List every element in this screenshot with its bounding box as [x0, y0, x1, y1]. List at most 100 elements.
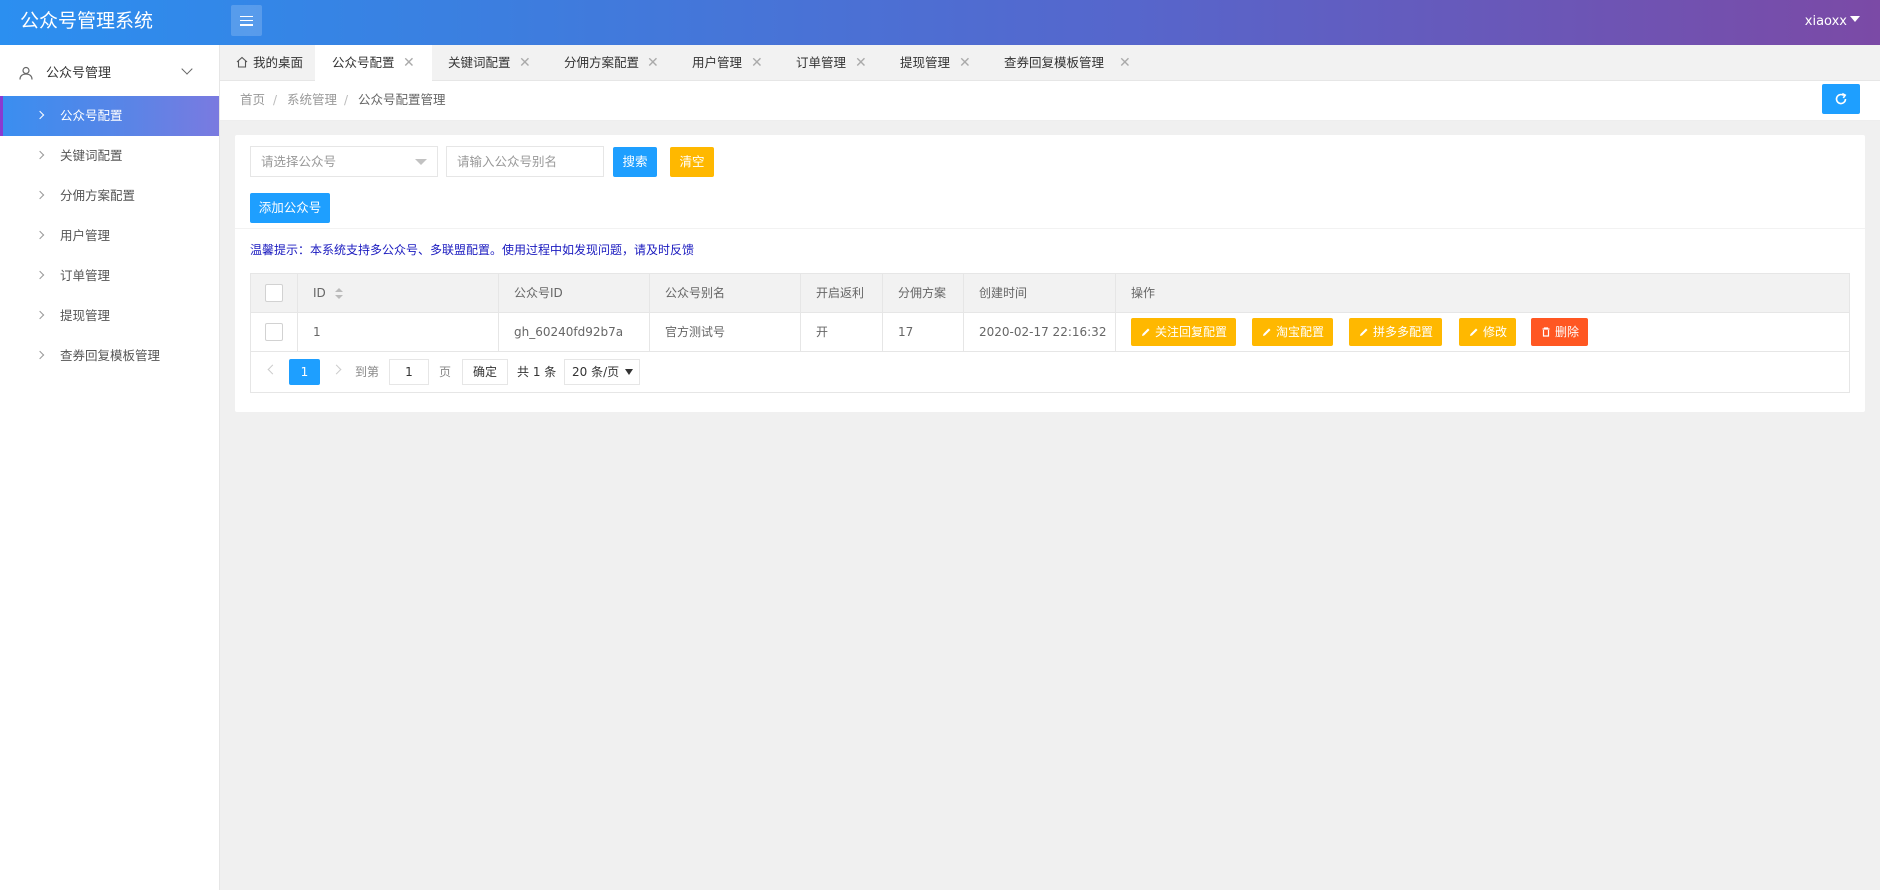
prev-page-icon[interactable] [267, 364, 278, 375]
add-account-button[interactable]: 添加公众号 [250, 193, 330, 223]
edit-button[interactable]: 修改 [1459, 318, 1517, 346]
clear-button[interactable]: 清空 [670, 147, 714, 177]
sidebar-item-keyword-config[interactable]: 关键词配置 [0, 136, 219, 176]
tab-users[interactable]: 用户管理 ✕ [676, 45, 780, 81]
sidebar-group-account[interactable]: 公众号管理 [0, 52, 219, 96]
goto-page-input[interactable]: 1 [389, 359, 429, 385]
table-header: ID 公众号ID 公众号别名 开启返利 分佣方案 创建时间 操作 [251, 274, 1849, 313]
sidebar-group-label: 公众号管理 [46, 66, 112, 81]
cell-actions: 关注回复配置 淘宝配置 拼多多配置 修改 删除 [1116, 313, 1850, 352]
tab-orders[interactable]: 订单管理 ✕ [780, 45, 884, 81]
tab-label: 公众号配置 [332, 55, 395, 70]
tab-account-config[interactable]: 公众号配置 ✕ [315, 45, 432, 81]
chevron-down-icon [181, 63, 193, 75]
page-size-select[interactable]: 20 条/页 [564, 359, 640, 385]
button-label: 删除 [1555, 325, 1580, 339]
content-card: 请选择公众号 搜索 清空 添加公众号 温馨提示：本系统支持多公众号、多联盟配置。… [235, 135, 1865, 412]
close-icon[interactable]: ✕ [855, 45, 867, 81]
sidebar-item-coupon-templates[interactable]: 查券回复模板管理 [0, 336, 219, 376]
column-header-rebate: 开启返利 [801, 274, 883, 313]
goto-confirm-button[interactable]: 确定 [462, 359, 508, 385]
account-select[interactable]: 请选择公众号 [250, 146, 438, 177]
sidebar-item-label: 公众号配置 [60, 108, 123, 123]
sidebar-item-commission-config[interactable]: 分佣方案配置 [0, 176, 219, 216]
tab-label: 订单管理 [796, 55, 847, 70]
edit-icon [1470, 328, 1478, 336]
close-icon[interactable]: ✕ [959, 45, 971, 81]
breadcrumb-system[interactable]: 系统管理 [287, 81, 337, 119]
row-checkbox[interactable] [265, 323, 283, 341]
follow-reply-config-button[interactable]: 关注回复配置 [1131, 318, 1237, 346]
tab-label: 关键词配置 [448, 55, 511, 70]
breadcrumb-separator: / [273, 93, 278, 107]
tab-commission-config[interactable]: 分佣方案配置 ✕ [548, 45, 676, 81]
column-header-id[interactable]: ID [298, 274, 499, 313]
sidebar-item-orders[interactable]: 订单管理 [0, 256, 219, 296]
sidebar-item-withdrawals[interactable]: 提现管理 [0, 296, 219, 336]
sidebar-item-label: 用户管理 [60, 228, 111, 243]
delete-button[interactable]: 删除 [1531, 318, 1589, 346]
sidebar-item-label: 查券回复模板管理 [60, 348, 161, 363]
close-icon[interactable]: ✕ [403, 45, 415, 81]
page-unit-label: 页 [439, 365, 452, 379]
sidebar-item-label: 提现管理 [60, 308, 111, 323]
close-icon[interactable]: ✕ [647, 45, 659, 81]
sidebar-item-users[interactable]: 用户管理 [0, 216, 219, 256]
accounts-table: ID 公众号ID 公众号别名 开启返利 分佣方案 创建时间 操作 1 gh_60… [250, 273, 1850, 393]
user-menu[interactable]: xiaoxx [1805, 0, 1847, 45]
tab-coupon-templates[interactable]: 查券回复模板管理 ✕ [988, 45, 1148, 81]
refresh-button[interactable] [1822, 84, 1860, 114]
column-label: ID [313, 286, 326, 300]
close-icon[interactable]: ✕ [1119, 45, 1131, 81]
taobao-config-button[interactable]: 淘宝配置 [1252, 318, 1334, 346]
alias-search-input[interactable] [446, 146, 604, 177]
table-row: 1 gh_60240fd92b7a 官方测试号 开 17 2020-02-17 … [251, 313, 1849, 352]
close-icon[interactable]: ✕ [519, 45, 531, 81]
sidebar-item-label: 分佣方案配置 [60, 188, 136, 203]
breadcrumb-home[interactable]: 首页 [240, 81, 265, 119]
tab-keyword-config[interactable]: 关键词配置 ✕ [432, 45, 548, 81]
pinduoduo-config-button[interactable]: 拼多多配置 [1349, 318, 1443, 346]
tip-text: 温馨提示：本系统支持多公众号、多联盟配置。使用过程中如发现问题，请及时反馈 [250, 243, 695, 257]
button-label: 拼多多配置 [1373, 325, 1434, 339]
account-select-placeholder: 请选择公众号 [261, 154, 337, 169]
edit-icon [1263, 328, 1271, 336]
column-header-account-id: 公众号ID [499, 274, 650, 313]
page-button-current[interactable]: 1 [289, 359, 320, 385]
sidebar-item-account-config[interactable]: 公众号配置 [0, 96, 219, 136]
chevron-right-icon [35, 150, 45, 160]
tab-desktop[interactable]: 我的桌面 [220, 45, 315, 81]
tab-label: 分佣方案配置 [564, 55, 640, 70]
pagination: 1 到第 1 页 确定 共 1 条 20 条/页 [251, 352, 1849, 392]
breadcrumb: 首页 / 系统管理 / 公众号配置管理 [220, 81, 1880, 121]
breadcrumb-separator: / [344, 93, 349, 107]
sort-icon[interactable] [335, 288, 343, 300]
close-icon[interactable]: ✕ [751, 45, 763, 81]
next-page-icon[interactable] [331, 364, 342, 375]
cell-id: 1 [298, 313, 499, 352]
tab-withdrawals[interactable]: 提现管理 ✕ [884, 45, 988, 81]
column-header-actions: 操作 [1131, 286, 1156, 300]
tab-label: 提现管理 [900, 55, 951, 70]
app-title: 公众号管理系统 [20, 10, 154, 32]
chevron-right-icon [35, 110, 45, 120]
total-count: 共 1 条 [517, 365, 557, 379]
breadcrumb-current: 公众号配置管理 [358, 92, 446, 107]
menu-toggle-button[interactable] [231, 5, 262, 36]
button-label: 修改 [1483, 325, 1508, 339]
chevron-right-icon [35, 350, 45, 360]
caret-down-icon[interactable] [1850, 16, 1860, 22]
chevron-right-icon [35, 270, 45, 280]
row-checkbox-cell [251, 313, 298, 352]
cell-scheme: 17 [883, 313, 964, 352]
sidebar: 公众号管理 公众号配置 关键词配置 分佣方案配置 用户管理 订单管理 提现管理 … [0, 45, 220, 890]
select-all-checkbox[interactable] [265, 284, 283, 302]
tab-bar: 我的桌面 公众号配置 ✕ 关键词配置 ✕ 分佣方案配置 ✕ 用户管理 ✕ 订单管… [220, 45, 1880, 81]
cell-created: 2020-02-17 22:16:32 [964, 313, 1116, 352]
column-header-scheme: 分佣方案 [883, 274, 964, 313]
edit-icon [1142, 328, 1150, 336]
page-size-value: 20 条/页 [572, 365, 620, 379]
search-button[interactable]: 搜索 [613, 147, 657, 177]
goto-label: 到第 [355, 365, 380, 379]
refresh-icon [1835, 92, 1847, 105]
